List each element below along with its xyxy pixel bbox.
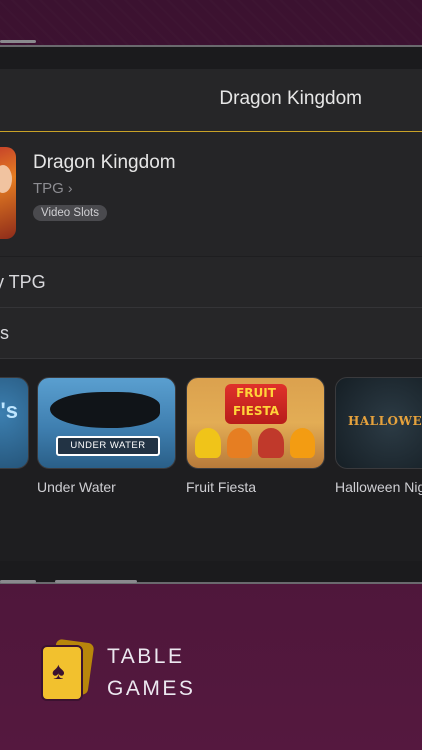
games-carousel: 's UNDER WATER Under Water FRUIT FIESTA … <box>0 359 422 559</box>
character-art <box>0 165 12 193</box>
category-badge[interactable]: Video Slots <box>33 205 107 221</box>
related-label: ts <box>0 323 10 343</box>
fruit-characters <box>195 428 315 458</box>
category-title: TABLE GAMES <box>107 641 195 705</box>
app-header: Dragon Kingdom TPG › Video Slots <box>0 132 422 256</box>
game-tile-fruit-fiesta[interactable]: FRUIT FIESTA <box>186 377 325 469</box>
whale-art <box>50 392 160 428</box>
game-label-halloween[interactable]: Halloween Nig <box>335 479 422 495</box>
fruit-fiesta-logo: FRUIT FIESTA <box>225 384 287 424</box>
playing-cards-icon: ♠ <box>41 638 95 701</box>
related-row[interactable]: ts <box>0 308 422 359</box>
game-label-fruit-fiesta[interactable]: Fruit Fiesta <box>186 479 256 495</box>
game-tile-under-water[interactable]: UNDER WATER <box>37 377 176 469</box>
app-name: Dragon Kingdom <box>33 152 176 173</box>
game-label-under-water[interactable]: Under Water <box>37 479 116 495</box>
developer-link[interactable]: TPG › <box>33 180 73 197</box>
navigation-bar: Dragon Kingdom <box>0 69 422 132</box>
app-icon[interactable] <box>0 147 16 239</box>
category-title-line2: GAMES <box>107 677 196 700</box>
halloween-logo: HALLOWEEN <box>348 414 422 428</box>
game-tile-partial[interactable]: 's <box>0 377 29 469</box>
game-tile-halloween[interactable]: HALLOWEEN <box>335 377 422 469</box>
more-by-developer-row[interactable]: y TPG <box>0 257 422 308</box>
device-edge-line <box>55 580 137 583</box>
device-frame: Dragon Kingdom Dragon Kingdom TPG › Video… <box>0 45 422 584</box>
nav-title: Dragon Kingdom <box>219 88 362 109</box>
chevron-right-icon: › <box>67 180 73 196</box>
device-edge-line <box>0 580 36 583</box>
partial-logo: 's <box>0 398 18 423</box>
more-by-label: y TPG <box>0 272 46 292</box>
card-front: ♠ <box>41 645 83 701</box>
under-water-logo: UNDER WATER <box>56 436 160 456</box>
app-screen: Dragon Kingdom Dragon Kingdom TPG › Video… <box>0 69 422 561</box>
device-edge-line <box>0 40 36 43</box>
spade-icon: ♠ <box>52 658 65 685</box>
category-title-line1: TABLE <box>107 645 185 668</box>
developer-label: TPG <box>33 180 64 197</box>
